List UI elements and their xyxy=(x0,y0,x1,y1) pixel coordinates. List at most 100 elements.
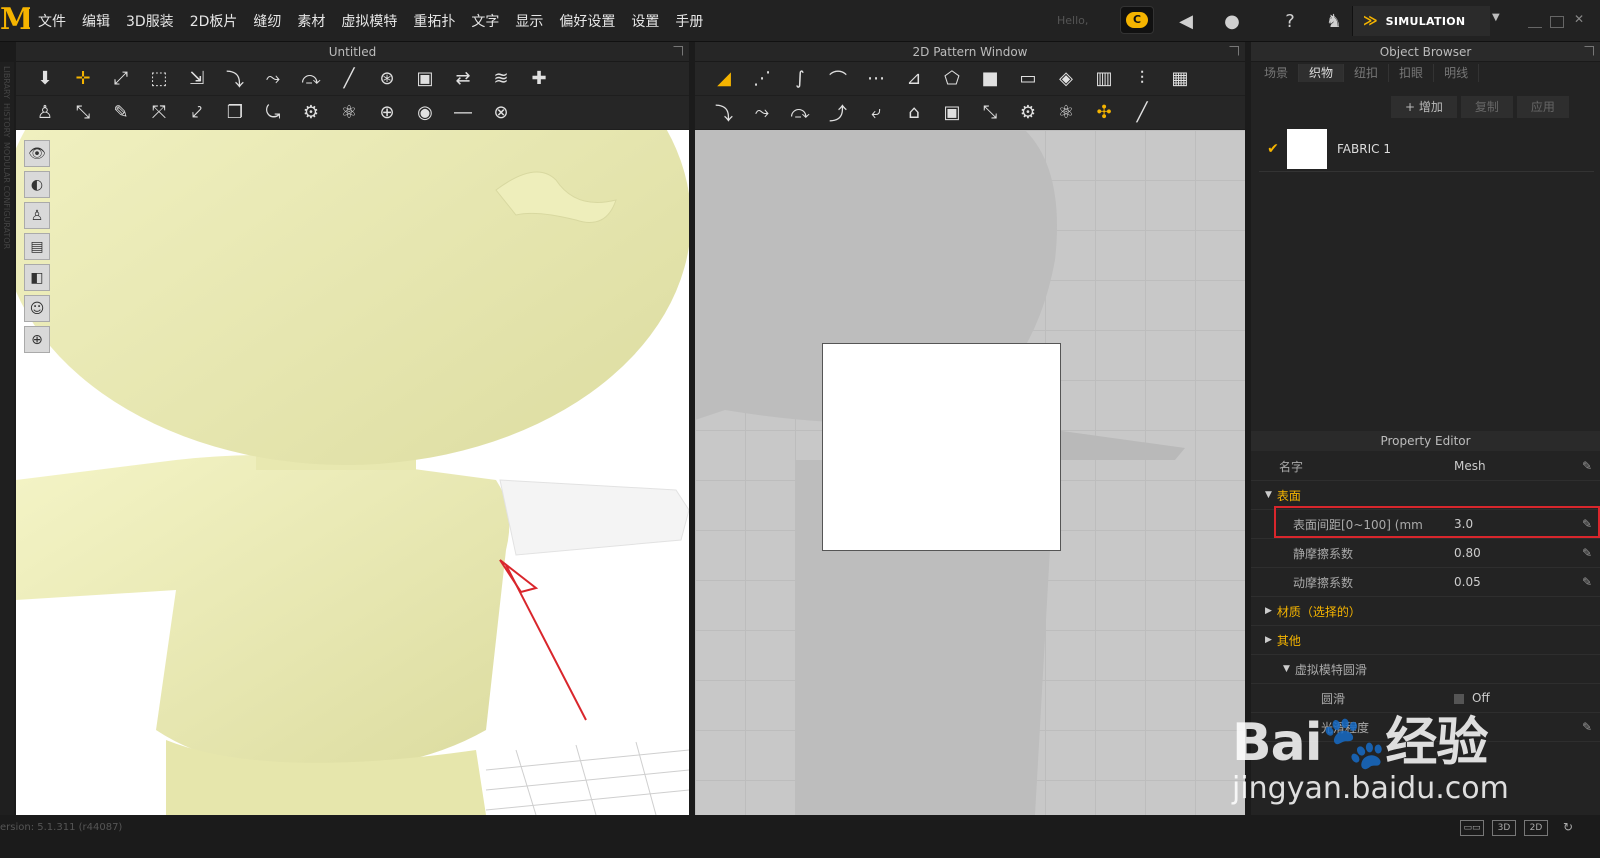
render-mode-icon[interactable]: ◐ xyxy=(24,171,50,198)
select-move-icon[interactable]: ✛ xyxy=(64,64,102,94)
polygon-icon[interactable]: ⬠ xyxy=(933,64,971,94)
shirt-icon[interactable]: ▣ xyxy=(406,64,444,94)
graphic-icon[interactable]: ✣ xyxy=(1085,98,1123,128)
menu-materials[interactable]: 素材 xyxy=(289,11,333,31)
fabric-icon[interactable]: ≋ xyxy=(482,64,520,94)
section-avatar-smooth[interactable]: ▼ 虚拟模特圆滑 xyxy=(1251,655,1600,684)
modular-configurator-tab[interactable]: MODULAR CONFIGURATOR xyxy=(2,142,11,249)
edit-icon[interactable]: ✎ xyxy=(1582,546,1592,560)
user-icon[interactable]: ● xyxy=(1220,10,1244,32)
tack-icon[interactable]: ╱ xyxy=(330,64,368,94)
menu-avatar[interactable]: 虚拟模特 xyxy=(333,11,405,31)
measure-icon[interactable]: ⇄ xyxy=(444,64,482,94)
popout-icon[interactable] xyxy=(673,46,683,56)
multi-sew-icon[interactable]: ⤼ xyxy=(292,64,330,94)
check-sewing-icon[interactable]: ⤶ xyxy=(857,98,895,128)
free-sew-2d-icon[interactable]: ⤳ xyxy=(743,98,781,128)
segment-sew-icon[interactable]: ⤵ xyxy=(216,64,254,94)
grid-icon[interactable]: ▦ xyxy=(1161,64,1199,94)
seam-icon[interactable]: ⤿ xyxy=(254,98,292,128)
viewport-3d[interactable]: 👁 ◐ ♙ ▤ ◧ ☺ ⊕ xyxy=(16,130,689,815)
free-sew-icon[interactable]: ⤳ xyxy=(254,64,292,94)
curvature-icon[interactable]: ⌒ xyxy=(819,64,857,94)
prop-dynamic-friction-value[interactable]: 0.05 xyxy=(1454,575,1481,589)
menu-manual[interactable]: 手册 xyxy=(667,11,711,31)
fold-arrange-icon[interactable]: ⤦ xyxy=(178,98,216,128)
tab-fabric[interactable]: 织物 xyxy=(1299,64,1345,82)
texture-icon[interactable]: ⚙ xyxy=(292,98,330,128)
add-point-icon[interactable]: ⋯ xyxy=(857,64,895,94)
show-avatar-icon[interactable]: ♙ xyxy=(24,202,50,229)
prop-name-value[interactable]: Mesh xyxy=(1454,459,1486,473)
symmetry-icon[interactable]: ▥ xyxy=(1085,64,1123,94)
internal-rect-icon[interactable]: ▭ xyxy=(1009,64,1047,94)
refresh-icon[interactable]: ↻ xyxy=(1556,820,1580,836)
cloud-button[interactable]: C xyxy=(1120,6,1154,34)
simulation-dropdown-icon[interactable]: ▼ xyxy=(1492,12,1506,30)
close-icon[interactable]: ✕ xyxy=(1574,12,1588,26)
speaker-icon[interactable]: ◀ xyxy=(1174,10,1198,32)
history-tab[interactable]: HISTORY xyxy=(2,103,11,138)
texture-view-icon[interactable]: ◧ xyxy=(24,264,50,291)
cut-icon[interactable]: ⊿ xyxy=(895,64,933,94)
pattern-icon[interactable]: ⚛ xyxy=(330,98,368,128)
dart-icon[interactable]: ◈ xyxy=(1047,64,1085,94)
apply-button[interactable]: 应用 xyxy=(1516,96,1569,118)
transform-icon[interactable]: ⬚ xyxy=(140,64,178,94)
tab-buttonhole[interactable]: 扣眼 xyxy=(1389,64,1435,82)
restore-icon[interactable] xyxy=(1550,16,1564,28)
move-down-icon[interactable]: ⬇ xyxy=(26,64,64,94)
garment-icon[interactable]: ♞ xyxy=(1322,10,1346,32)
popout-icon[interactable] xyxy=(1229,46,1239,56)
fold-icon[interactable]: ⇲ xyxy=(178,64,216,94)
add-button[interactable]: + 增加 xyxy=(1391,96,1457,118)
menu-3d-garment[interactable]: 3D服装 xyxy=(118,11,182,31)
pattern-2d-icon[interactable]: ⚛ xyxy=(1047,98,1085,128)
viewport-2d[interactable] xyxy=(695,130,1245,815)
simulation-button[interactable]: ≫ SIMULATION xyxy=(1352,6,1490,36)
section-other[interactable]: ▶ 其他 xyxy=(1251,626,1600,655)
buttonhole-icon[interactable]: ◉ xyxy=(406,98,444,128)
view-2d-icon[interactable]: 2D xyxy=(1524,820,1548,836)
select-mesh-icon[interactable]: ⤢ xyxy=(102,64,140,94)
slash-spread-icon[interactable]: ⫶ xyxy=(1123,64,1161,94)
fabric-list-item[interactable]: ✔ FABRIC 1 xyxy=(1259,126,1594,172)
edit-icon[interactable]: ✎ xyxy=(1582,575,1592,589)
edit-point-icon[interactable]: ⋰ xyxy=(743,64,781,94)
library-tab[interactable]: LIBRARY xyxy=(2,66,11,99)
avatar-view-icon[interactable]: ☺ xyxy=(24,295,50,322)
copy-button[interactable]: 复制 xyxy=(1460,96,1513,118)
edit-icon[interactable]: ✎ xyxy=(1582,459,1592,473)
environment-icon[interactable]: ⊕ xyxy=(24,326,50,353)
tape-icon[interactable]: ⤡ xyxy=(64,98,102,128)
iron-icon[interactable]: ⌂ xyxy=(895,98,933,128)
menu-settings[interactable]: 设置 xyxy=(623,11,667,31)
garment-fit-icon[interactable]: ✚ xyxy=(520,64,558,94)
edit-pattern-icon[interactable]: ◢ xyxy=(705,64,743,94)
menu-display[interactable]: 显示 xyxy=(507,11,551,31)
show-garment-icon[interactable]: 👁 xyxy=(24,140,50,167)
menu-file[interactable]: 文件 xyxy=(30,11,74,31)
edit-tape-icon[interactable]: ✎ xyxy=(102,98,140,128)
rectangle-icon[interactable]: ■ xyxy=(971,64,1009,94)
edit-sewing-icon[interactable]: ⤴ xyxy=(819,98,857,128)
arrangement-icon[interactable]: ⤧ xyxy=(140,98,178,128)
menu-sewing[interactable]: 缝纫 xyxy=(245,11,289,31)
menu-edit[interactable]: 编辑 xyxy=(74,11,118,31)
segment-sew-2d-icon[interactable]: ⤵ xyxy=(705,98,743,128)
avatar-pose-icon[interactable]: ♙ xyxy=(26,98,64,128)
shirt-2d-icon[interactable]: ▣ xyxy=(933,98,971,128)
pin-icon[interactable]: ⊛ xyxy=(368,64,406,94)
tape-2d-icon[interactable]: ⤡ xyxy=(971,98,1009,128)
section-material[interactable]: ▶ 材质（选择的） xyxy=(1251,597,1600,626)
tab-button[interactable]: 纽扣 xyxy=(1344,64,1390,82)
button-icon[interactable]: ⊕ xyxy=(368,98,406,128)
menu-preferences[interactable]: 偏好设置 xyxy=(551,11,623,31)
topstitch-icon[interactable]: ― xyxy=(444,98,482,128)
copy-icon[interactable]: ❐ xyxy=(216,98,254,128)
multi-sew-2d-icon[interactable]: ⤼ xyxy=(781,98,819,128)
menu-text[interactable]: 文字 xyxy=(463,11,507,31)
view-3d-icon[interactable]: 3D xyxy=(1492,820,1516,836)
topstitch-2d-icon[interactable]: ╱ xyxy=(1123,98,1161,128)
texture-2d-icon[interactable]: ⚙ xyxy=(1009,98,1047,128)
